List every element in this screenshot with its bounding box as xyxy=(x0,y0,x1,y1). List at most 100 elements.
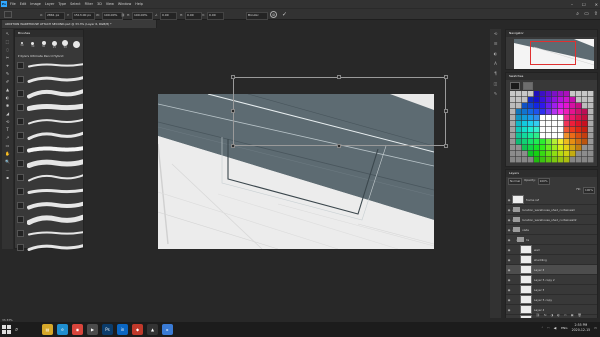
swatch-color[interactable] xyxy=(540,157,546,163)
tool-0-icon[interactable]: ↖ xyxy=(3,30,12,37)
swatch-color[interactable] xyxy=(540,97,546,103)
swatch-color[interactable] xyxy=(552,91,558,97)
swatch-recent-gray[interactable] xyxy=(523,82,533,90)
swatch-color[interactable] xyxy=(522,133,528,139)
swatch-color[interactable] xyxy=(540,145,546,151)
swatch-color[interactable] xyxy=(528,97,534,103)
layer-row[interactable]: ◉›location_warehouse_shed_curtainwall xyxy=(506,205,597,215)
layer-row[interactable]: ◉ wall xyxy=(506,245,597,255)
swatch-color[interactable] xyxy=(546,139,552,145)
move-tool-preset-icon[interactable] xyxy=(4,11,12,18)
swatch-color[interactable] xyxy=(564,97,570,103)
link-layers-icon[interactable]: ⛓ xyxy=(536,313,540,317)
workspace-icon[interactable]: ▭ xyxy=(584,11,589,17)
swatch-color[interactable] xyxy=(522,121,528,127)
swatch-color[interactable] xyxy=(588,139,594,145)
swatch-color[interactable] xyxy=(516,109,522,115)
swatch-color[interactable] xyxy=(582,145,588,151)
swatch-color[interactable] xyxy=(582,91,588,97)
swatch-color[interactable] xyxy=(570,145,576,151)
sketchup-icon[interactable]: ◆ xyxy=(132,324,143,335)
swatch-color[interactable] xyxy=(552,145,558,151)
swatch-color[interactable] xyxy=(570,151,576,157)
swatch-color[interactable] xyxy=(564,115,570,121)
windows-start-icon[interactable] xyxy=(2,325,11,334)
swatch-color[interactable] xyxy=(528,127,534,133)
width-input[interactable]: 100.00% xyxy=(102,12,123,20)
eye-visibility-icon[interactable]: ◉ xyxy=(506,258,512,262)
swatch-color[interactable] xyxy=(564,127,570,133)
tool-9-icon[interactable]: ✱ xyxy=(3,102,12,109)
eye-visibility-icon[interactable]: ◉ xyxy=(506,268,512,272)
transform-handle-right[interactable] xyxy=(444,109,448,113)
swatch-color[interactable] xyxy=(528,103,534,109)
swatch-color[interactable] xyxy=(522,139,528,145)
paths-icon[interactable]: ✎ xyxy=(491,91,500,99)
brush-size-preset[interactable]: 30 xyxy=(18,42,26,47)
swatch-color[interactable] xyxy=(516,151,522,157)
swatch-color[interactable] xyxy=(552,115,558,121)
swatch-color[interactable] xyxy=(510,109,516,115)
new-layer-icon[interactable]: ▣ xyxy=(571,313,574,317)
eye-visibility-icon[interactable]: ◉ xyxy=(506,238,512,242)
swatch-color[interactable] xyxy=(576,115,582,121)
swatch-color[interactable] xyxy=(570,133,576,139)
swatch-color[interactable] xyxy=(558,121,564,127)
brush-preset-row[interactable] xyxy=(15,226,83,240)
swatch-color[interactable] xyxy=(528,145,534,151)
swatch-color[interactable] xyxy=(582,139,588,145)
brush-preset-row[interactable] xyxy=(15,184,83,198)
swatch-color[interactable] xyxy=(522,109,528,115)
swatch-color[interactable] xyxy=(576,109,582,115)
brush-size-preset[interactable]: 30 xyxy=(40,41,48,48)
swatch-color[interactable] xyxy=(528,115,534,121)
photoshop-icon[interactable]: Ps xyxy=(102,324,113,335)
app-blue-icon[interactable]: ▸ xyxy=(162,324,173,335)
swatch-color[interactable] xyxy=(534,157,540,163)
swatch-color[interactable] xyxy=(534,133,540,139)
swatch-color[interactable] xyxy=(510,157,516,163)
menu-file[interactable]: File xyxy=(10,2,16,6)
brush-preset-row[interactable] xyxy=(15,72,83,86)
swatch-color[interactable] xyxy=(528,139,534,145)
swatch-color[interactable] xyxy=(558,109,564,115)
angle-input[interactable]: 0.00 xyxy=(160,12,177,20)
swatch-color[interactable] xyxy=(528,109,534,115)
swatch-color[interactable] xyxy=(576,97,582,103)
eye-visibility-icon[interactable]: ◉ xyxy=(506,308,512,312)
tool-17-icon[interactable]: … xyxy=(3,166,12,173)
brush-preset-row[interactable] xyxy=(15,142,83,156)
swatch-color[interactable] xyxy=(588,133,594,139)
layer-row[interactable]: ◉›vista xyxy=(506,225,597,235)
swatch-color[interactable] xyxy=(540,151,546,157)
properties-icon[interactable]: ☰ xyxy=(491,41,500,49)
transform-handle-top-right[interactable] xyxy=(444,75,448,79)
layer-row[interactable]: ◉ Layer 5 copy 2 xyxy=(506,275,597,285)
swatch-color[interactable] xyxy=(564,133,570,139)
swatch-color[interactable] xyxy=(522,157,528,163)
swatch-color[interactable] xyxy=(516,133,522,139)
linkedin-icon[interactable]: in xyxy=(117,324,128,335)
brush-size-preset[interactable]: 30 xyxy=(29,41,37,48)
swatch-color[interactable] xyxy=(522,151,528,157)
tool-16-icon[interactable]: 🔍 xyxy=(3,158,12,165)
swatch-color[interactable] xyxy=(516,139,522,145)
menu-help[interactable]: Help xyxy=(135,2,143,6)
brush-size-preset[interactable] xyxy=(72,41,80,48)
swatch-color[interactable] xyxy=(558,151,564,157)
swatch-color[interactable] xyxy=(570,103,576,109)
swatch-color[interactable] xyxy=(564,109,570,115)
swatch-color[interactable] xyxy=(540,133,546,139)
tool-11-icon[interactable]: ⟲ xyxy=(3,118,12,125)
swatch-color[interactable] xyxy=(552,133,558,139)
swatch-color[interactable] xyxy=(582,97,588,103)
app-dark-icon[interactable]: ▲ xyxy=(147,324,158,335)
brush-preset-row[interactable] xyxy=(15,198,83,212)
brush-size-preset[interactable]: 25 xyxy=(50,40,58,49)
menu-image[interactable]: Image xyxy=(30,2,41,6)
swatch-color[interactable] xyxy=(534,115,540,121)
swatch-color[interactable] xyxy=(582,133,588,139)
swatch-color[interactable] xyxy=(570,121,576,127)
swatch-color[interactable] xyxy=(546,127,552,133)
swatch-color[interactable] xyxy=(540,127,546,133)
